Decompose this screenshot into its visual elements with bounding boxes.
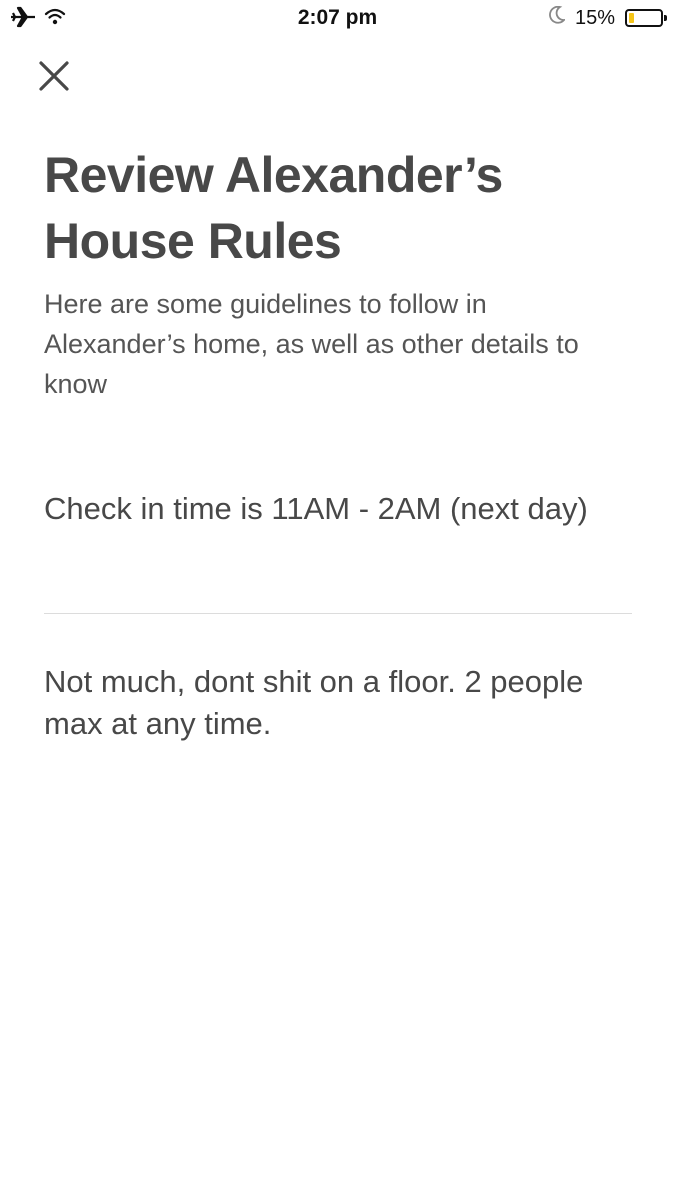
status-bar: 2:07 pm 15% bbox=[0, 0, 675, 40]
battery-tip bbox=[664, 15, 667, 21]
checkin-time-text: Check in time is 11AM - 2AM (next day) bbox=[44, 491, 588, 526]
status-right-icons: 15% bbox=[549, 5, 667, 30]
close-icon bbox=[39, 61, 69, 91]
section-divider bbox=[44, 613, 632, 614]
battery-level-fill bbox=[629, 13, 634, 23]
house-rules-text: Not much, dont shit on a floor. 2 people… bbox=[44, 664, 584, 741]
battery-percent: 15% bbox=[574, 6, 615, 29]
moon-icon bbox=[549, 5, 567, 30]
page-subtitle: Here are some guidelines to follow in Al… bbox=[44, 289, 579, 399]
close-button[interactable] bbox=[34, 56, 74, 96]
battery-icon bbox=[625, 9, 667, 27]
page-title: Review Alexander’s House Rules bbox=[44, 147, 503, 269]
